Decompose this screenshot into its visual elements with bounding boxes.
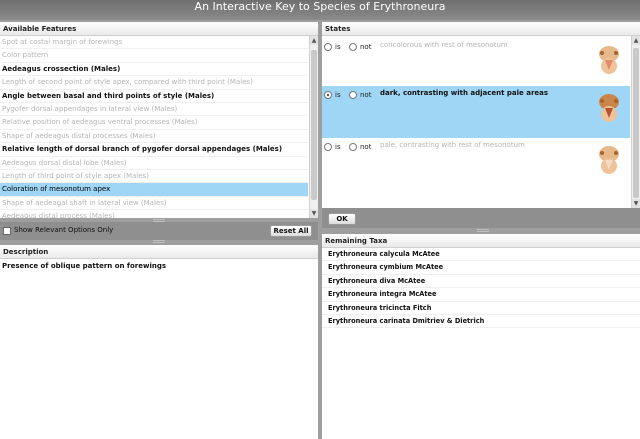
state-is-label: is	[335, 143, 341, 151]
taxon-item[interactable]: Erythroneura diva McAtee	[322, 275, 640, 289]
mesonotum-image	[599, 146, 619, 174]
feature-item[interactable]: Shape of aedeagal shaft in lateral view …	[0, 197, 308, 211]
state-label: concolorous with rest of mesonotum	[380, 41, 508, 49]
taxon-item[interactable]: Erythroneura calycula McAtee	[322, 248, 640, 262]
features-header: Available Features	[0, 22, 318, 36]
features-list[interactable]: Spot at costal margin of forewings Color …	[0, 36, 308, 218]
states-panel: States is not concolorous with rest of mes…	[322, 22, 640, 208]
feature-item[interactable]: Relative position of aedeagus ventral pr…	[0, 116, 308, 130]
features-panel: Available Features Spot at costal margin…	[0, 22, 318, 218]
state-not-label: not	[360, 143, 372, 151]
feature-item[interactable]: Relative length of dorsal branch of pygo…	[0, 143, 308, 157]
states-list: is not concolorous with rest of mesonotum i…	[322, 36, 630, 208]
state-not-label: not	[360, 43, 372, 51]
feature-item[interactable]: Pygofer dorsal appendages in lateral vie…	[0, 103, 308, 117]
state-not-radio[interactable]	[349, 91, 357, 99]
state-is-radio[interactable]	[324, 43, 332, 51]
feature-item[interactable]: Length of second point of style apex, co…	[0, 76, 308, 90]
states-header: States	[322, 22, 640, 36]
description-splitter-grip[interactable]	[153, 240, 165, 243]
options-bar: Show Relevant Options Only Reset All	[0, 222, 318, 240]
feature-item[interactable]: Shape of aedeagus distal processes (Male…	[0, 130, 308, 144]
state-item[interactable]: is not dark, contrasting with adjacent pal…	[322, 86, 630, 138]
state-is-radio[interactable]	[324, 91, 332, 99]
taxa-header: Remaining Taxa	[322, 234, 640, 248]
show-relevant-label: Show Relevant Options Only	[14, 226, 114, 234]
feature-item[interactable]: Aedeagus crossection (Males)	[0, 63, 308, 77]
scroll-thumb[interactable]	[311, 50, 317, 200]
state-is-radio[interactable]	[324, 143, 332, 151]
scroll-down-icon[interactable]: ▼	[310, 209, 318, 218]
state-not-radio[interactable]	[349, 143, 357, 151]
mesonotum-image	[599, 94, 619, 122]
mesonotum-image	[599, 46, 619, 74]
taxon-item[interactable]: Erythroneura cymbium McAtee	[322, 261, 640, 275]
scroll-up-icon[interactable]: ▲	[310, 36, 318, 45]
state-item[interactable]: is not concolorous with rest of mesonotum	[322, 40, 630, 80]
states-scroll-up-icon[interactable]: ▲	[632, 36, 640, 45]
title-bar: An Interactive Key to Species of Erythro…	[0, 0, 640, 20]
feature-item[interactable]: Aedeagus distal process (Males)	[0, 210, 308, 218]
ok-bar: OK	[322, 208, 640, 228]
taxon-item[interactable]: Erythroneura tricincta Fitch	[322, 302, 640, 315]
feature-item[interactable]: Aedeagus dorsal distal lobe (Males)	[0, 157, 308, 170]
description-panel: Description Presence of oblique pattern …	[0, 245, 318, 439]
state-item[interactable]: is not pale, contrasting with rest of meso…	[322, 140, 630, 188]
features-scrollbar[interactable]: ▲ ▼	[309, 36, 318, 218]
feature-item[interactable]: Color pattern	[0, 49, 308, 63]
description-text: Presence of oblique pattern on forewings	[2, 262, 167, 270]
states-scroll-down-icon[interactable]: ▼	[632, 199, 640, 208]
taxon-item[interactable]: Erythroneura carinata Dmitriev & Dietric…	[322, 315, 640, 329]
state-label: dark, contrasting with adjacent pale are…	[380, 89, 549, 97]
app-title: An Interactive Key to Species of Erythro…	[194, 0, 446, 13]
ok-button[interactable]: OK	[328, 213, 356, 225]
states-scrollbar[interactable]: ▲ ▼	[631, 36, 640, 208]
feature-item[interactable]: Angle between basal and third points of …	[0, 90, 308, 103]
taxa-list[interactable]: Erythroneura calycula McAtee Erythroneura…	[322, 248, 640, 329]
show-relevant-checkbox[interactable]	[3, 227, 11, 235]
description-header: Description	[0, 245, 318, 259]
feature-item[interactable]: Length of third point of style apex (Mal…	[0, 170, 308, 184]
state-label: pale, contrasting with rest of mesonotum	[380, 141, 525, 149]
state-is-label: is	[335, 91, 341, 99]
taxon-item[interactable]: Erythroneura integra McAtee	[322, 288, 640, 302]
state-not-radio[interactable]	[349, 43, 357, 51]
states-scroll-thumb[interactable]	[633, 48, 639, 198]
reset-all-button[interactable]: Reset All	[270, 225, 312, 237]
feature-item[interactable]: Coloration of mesonotum apex	[0, 183, 308, 197]
taxa-panel: Remaining Taxa Erythroneura calycula McA…	[322, 234, 640, 439]
feature-item[interactable]: Spot at costal margin of forewings	[0, 36, 308, 50]
state-not-label: not	[360, 91, 372, 99]
state-is-label: is	[335, 43, 341, 51]
taxa-splitter-grip[interactable]	[477, 229, 489, 232]
